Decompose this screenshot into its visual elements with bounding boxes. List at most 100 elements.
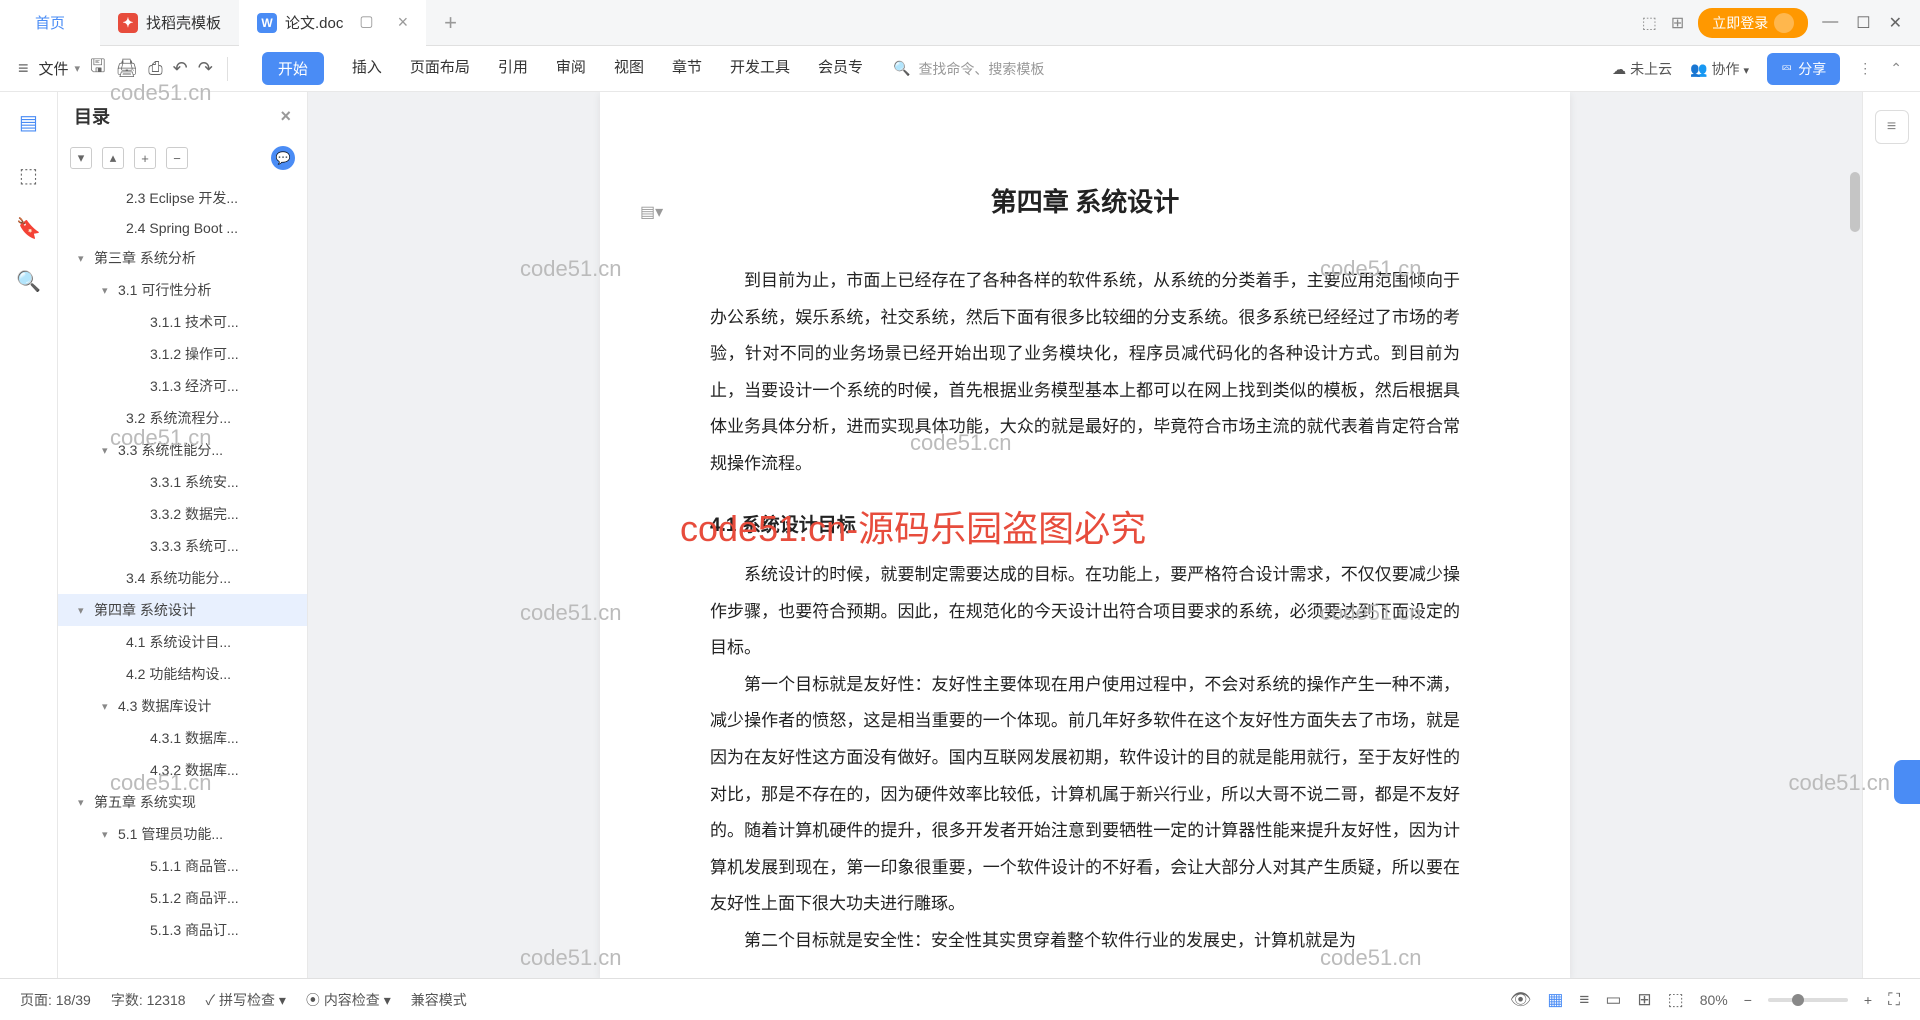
outline-item[interactable]: 2.3 Eclipse 开发... (58, 182, 307, 214)
outline-item[interactable]: 4.2 功能结构设... (58, 658, 307, 690)
outline-item[interactable]: 3.2 系统流程分... (58, 402, 307, 434)
outline-item[interactable]: 3.1.1 技术可... (58, 306, 307, 338)
print-icon[interactable]: 🖨 (115, 58, 138, 79)
tab-review[interactable]: 审阅 (556, 52, 586, 85)
more-icon[interactable]: ⋮ (1858, 60, 1872, 77)
tab-home[interactable]: 首页 (0, 0, 100, 46)
outline-item[interactable]: 3.3.3 系统可... (58, 530, 307, 562)
chevron-down-icon[interactable]: ▾ (102, 828, 114, 841)
outline-item[interactable]: ▾5.1 管理员功能... (58, 818, 307, 850)
zoom-level[interactable]: 80% (1700, 992, 1728, 1008)
outline-item[interactable]: 5.1.1 商品管... (58, 850, 307, 882)
chevron-down-icon[interactable]: ▾ (102, 284, 114, 297)
tab-devtools[interactable]: 开发工具 (730, 52, 790, 85)
eye-icon[interactable]: 👁 (1510, 990, 1532, 1010)
search-rail-icon[interactable]: 🔍 (16, 269, 41, 294)
chevron-down-icon[interactable]: ▾ (78, 252, 90, 265)
zoom-out-icon[interactable]: − (1744, 992, 1752, 1008)
save-icon[interactable]: 🖫 (90, 54, 105, 84)
view-read-icon[interactable]: ▭ (1605, 990, 1621, 1010)
collapse-all-icon[interactable]: ▾ (70, 147, 92, 169)
tab-member[interactable]: 会员专 (818, 52, 863, 85)
tab-chapter[interactable]: 章节 (672, 52, 702, 85)
outline-item[interactable]: ▾第四章 系统设计 (58, 594, 307, 626)
file-button[interactable]: 文件▾ (39, 58, 81, 79)
outline-item[interactable]: 3.1.2 操作可... (58, 338, 307, 370)
minimize-icon[interactable]: — (1822, 13, 1838, 33)
close-icon[interactable]: ✕ (1889, 13, 1902, 33)
zoom-fit-icon[interactable]: ⬚ (1668, 990, 1684, 1010)
collapse-icon[interactable]: ⌃ (1890, 60, 1902, 77)
outline-item[interactable]: 2.4 Spring Boot ... (58, 214, 307, 242)
chevron-down-icon[interactable]: ▾ (78, 796, 90, 809)
chevron-down-icon[interactable]: ▾ (78, 604, 90, 617)
tab-insert[interactable]: 插入 (352, 52, 382, 85)
search-input[interactable]: 🔍 查找命令、搜索模板 (893, 59, 1044, 79)
outline-item-label: 4.1 系统设计目... (126, 632, 231, 652)
bookmark-icon[interactable]: ⬚ (19, 163, 38, 188)
maximize-icon[interactable]: ☐ (1856, 13, 1870, 33)
window-mode-icon[interactable]: ▢ (359, 12, 373, 33)
new-tab[interactable]: + (426, 0, 475, 46)
outline-icon[interactable]: ▤ (19, 110, 38, 135)
scrollbar-thumb[interactable] (1850, 172, 1860, 232)
menu-icon[interactable]: ≡ (18, 58, 29, 79)
zoom-in-icon[interactable]: + (1864, 992, 1872, 1008)
outline-item[interactable]: ▾第三章 系统分析 (58, 242, 307, 274)
side-tab[interactable] (1894, 760, 1920, 804)
tab-ref[interactable]: 引用 (498, 52, 528, 85)
tab-document[interactable]: W 论文.doc ▢ × (239, 0, 426, 46)
grid-icon[interactable]: ⊞ (1671, 13, 1684, 33)
outline-item[interactable]: 3.1.3 经济可... (58, 370, 307, 402)
tab-start[interactable]: 开始 (262, 52, 324, 85)
add-icon[interactable]: + (134, 147, 156, 169)
outline-item[interactable]: ▾3.1 可行性分析 (58, 274, 307, 306)
tab-close-icon[interactable]: × (398, 12, 409, 33)
tab-view[interactable]: 视图 (614, 52, 644, 85)
collab-button[interactable]: 👥协作▾ (1690, 59, 1749, 79)
undo-icon[interactable]: ↶ (173, 58, 188, 79)
outline-item[interactable]: 3.3.2 数据完... (58, 498, 307, 530)
outline-item[interactable]: 4.3.2 数据库... (58, 754, 307, 786)
page: ▤▾ 第四章 系统设计 到目前为止，市面上已经存在了各种各样的软件系统，从系统的… (600, 92, 1570, 978)
compat-mode[interactable]: 兼容模式 (411, 990, 467, 1010)
tab-layout[interactable]: 页面布局 (410, 52, 470, 85)
outline-item-label: 4.2 功能结构设... (126, 664, 231, 684)
outline-item[interactable]: 4.1 系统设计目... (58, 626, 307, 658)
remove-icon[interactable]: − (166, 147, 188, 169)
cloud-status[interactable]: ☁未上云 (1612, 59, 1672, 79)
chevron-down-icon[interactable]: ▾ (102, 444, 114, 457)
spellcheck-button[interactable]: ✓ 拼写检查 ▾ (206, 990, 286, 1010)
toggle-panel-icon[interactable]: ≡ (1875, 110, 1909, 144)
outline-item[interactable]: 5.1.3 商品订... (58, 914, 307, 946)
word-count[interactable]: 字数: 12318 (111, 990, 186, 1010)
share-button[interactable]: ⮹分享 (1767, 53, 1840, 85)
outline-item[interactable]: ▾第五章 系统实现 (58, 786, 307, 818)
fullscreen-icon[interactable]: ⛶ (1888, 990, 1900, 1010)
page-menu-icon[interactable]: ▤▾ (640, 202, 663, 222)
preview-icon[interactable]: ⎙ (148, 58, 162, 79)
view-outline-icon[interactable]: ≡ (1579, 990, 1589, 1010)
outline-item[interactable]: 5.1.2 商品评... (58, 882, 307, 914)
expand-icon[interactable]: ▴ (102, 147, 124, 169)
login-button[interactable]: 立即登录 (1698, 8, 1808, 38)
outline-item[interactable]: 3.3.1 系统安... (58, 466, 307, 498)
layout-icon[interactable]: ⬚ (1642, 13, 1657, 33)
view-web-icon[interactable]: ⊞ (1637, 990, 1651, 1010)
outline-item[interactable]: 3.4 系统功能分... (58, 562, 307, 594)
redo-icon[interactable]: ↷ (198, 58, 213, 79)
chevron-down-icon[interactable]: ▾ (102, 700, 114, 713)
ribbon-icon[interactable]: 🔖 (16, 216, 41, 241)
view-page-icon[interactable]: ▦ (1547, 990, 1563, 1010)
page-counter[interactable]: 页面: 18/39 (20, 990, 91, 1010)
zoom-slider[interactable] (1768, 998, 1848, 1002)
scrollbar[interactable] (1850, 92, 1860, 978)
outline-close-icon[interactable]: × (280, 106, 291, 127)
chat-icon[interactable]: 💬 (271, 146, 295, 170)
outline-item[interactable]: ▾ 3.3 系统性能分... (58, 434, 307, 466)
outline-item[interactable]: ▾4.3 数据库设计 (58, 690, 307, 722)
tab-template[interactable]: ✦ 找稻壳模板 (100, 0, 239, 46)
outline-item-label: 3.3 系统性能分... (118, 440, 223, 460)
content-check-button[interactable]: ⦿ 内容检查 ▾ (306, 990, 391, 1010)
outline-item[interactable]: 4.3.1 数据库... (58, 722, 307, 754)
